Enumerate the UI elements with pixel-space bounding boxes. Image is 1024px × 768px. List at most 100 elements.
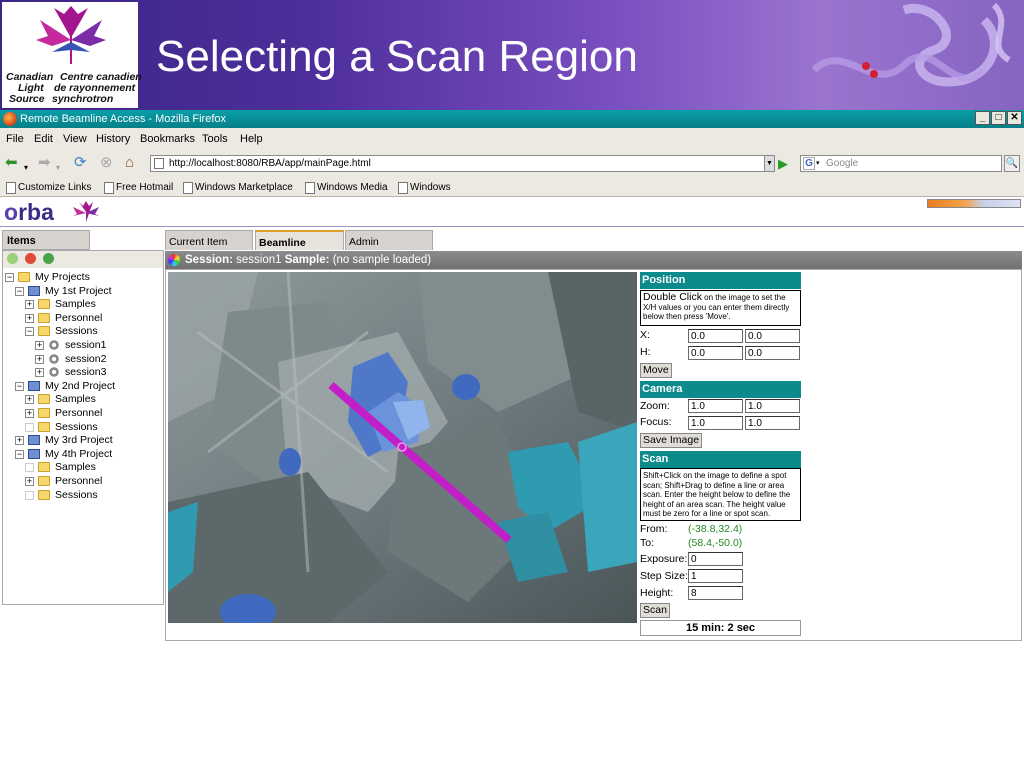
scan-button[interactable]: Scan xyxy=(640,603,670,618)
scan-header: Scan xyxy=(640,451,801,468)
expand-icon[interactable]: + xyxy=(35,341,44,350)
back-icon[interactable]: ⬅ xyxy=(5,155,18,171)
x-target-input[interactable] xyxy=(745,329,800,343)
tree-item-label: Sessions xyxy=(55,488,98,501)
tab-current-item[interactable]: Current Item xyxy=(165,230,253,250)
h-input[interactable] xyxy=(688,346,743,360)
items-panel: − My Projects − My 1st Project + Samples + Pers… xyxy=(2,250,164,605)
tree-item-label: Samples xyxy=(55,393,96,406)
book-icon xyxy=(28,448,40,459)
position-header: Position xyxy=(640,272,801,289)
add-icon[interactable] xyxy=(7,253,18,264)
exposure-input[interactable] xyxy=(688,552,743,566)
height-input[interactable] xyxy=(688,586,743,600)
bookmark-windows-marketplace[interactable]: Windows Marketplace xyxy=(183,182,293,194)
stop-icon[interactable]: ⊗ xyxy=(100,155,113,171)
bookmark-free-hotmail[interactable]: Free Hotmail xyxy=(104,182,173,194)
tree-item-label: session2 xyxy=(65,352,107,365)
tree-toolbar xyxy=(3,251,163,268)
home-icon[interactable]: ⌂ xyxy=(125,155,134,171)
search-input[interactable]: G ▾ Google xyxy=(800,155,1002,172)
expand-icon[interactable]: + xyxy=(35,368,44,378)
camera-header: Camera xyxy=(640,381,801,398)
close-button[interactable]: ✕ xyxy=(1007,111,1022,125)
search-icon[interactable]: 🔍 xyxy=(1004,155,1020,172)
zoom-target-input[interactable] xyxy=(745,399,800,413)
expand-icon[interactable]: + xyxy=(25,395,34,405)
url-text: http://localhost:8080/RBA/app/mainPage.h… xyxy=(169,158,371,169)
height-label: Height: xyxy=(640,587,674,599)
forward-icon[interactable]: ➡ xyxy=(38,155,51,171)
step-size-label: Step Size: xyxy=(640,570,688,582)
url-dropdown-button[interactable]: ▼ xyxy=(764,155,775,172)
go-icon[interactable]: ▶ xyxy=(778,156,794,171)
cls-logo: Canadian Centre canadien Light de rayonn… xyxy=(2,2,142,108)
collapse-icon[interactable]: − xyxy=(15,286,24,296)
menu-tools[interactable]: Tools xyxy=(202,133,228,145)
x-label: X: xyxy=(640,329,650,341)
focus-input[interactable] xyxy=(688,416,743,430)
firefox-icon xyxy=(3,112,17,126)
zoom-input[interactable] xyxy=(688,399,743,413)
bookmark-windows[interactable]: Windows xyxy=(398,182,451,194)
move-button[interactable]: Move xyxy=(640,363,672,378)
menu-history[interactable]: History xyxy=(96,133,130,145)
exposure-label: Exposure: xyxy=(640,553,688,565)
bookmark-windows-media[interactable]: Windows Media xyxy=(305,182,388,194)
leaf-icon[interactable] xyxy=(25,490,34,500)
leaf-icon[interactable] xyxy=(25,422,34,432)
back-dropdown-icon[interactable]: ▾ xyxy=(24,160,28,176)
menu-bar: File Edit View History Bookmarks Tools H… xyxy=(0,128,1024,150)
tab-beamline[interactable]: Beamline xyxy=(255,230,344,250)
collapse-icon[interactable]: − xyxy=(25,327,34,337)
tree-item-label: My 3rd Project xyxy=(45,434,113,447)
collapse-icon[interactable]: − xyxy=(15,449,24,459)
collapse-icon[interactable]: − xyxy=(15,381,24,391)
menu-edit[interactable]: Edit xyxy=(34,133,53,145)
expand-icon[interactable]: + xyxy=(25,300,34,310)
engine-dropdown-icon[interactable]: ▾ xyxy=(816,156,820,171)
x-input[interactable] xyxy=(688,329,743,343)
tab-admin[interactable]: Admin xyxy=(345,230,433,250)
focus-target-input[interactable] xyxy=(745,416,800,430)
sample-value: (no sample loaded) xyxy=(332,254,432,266)
refresh-icon[interactable] xyxy=(43,253,54,264)
menu-bookmarks[interactable]: Bookmarks xyxy=(140,133,195,145)
expand-icon[interactable]: + xyxy=(35,354,44,364)
to-value: (58.4,-50.0) xyxy=(688,537,743,549)
tree-item-label: Samples xyxy=(55,298,96,311)
save-image-button[interactable]: Save Image xyxy=(640,433,703,448)
h-label: H: xyxy=(640,346,651,358)
expand-icon[interactable]: + xyxy=(25,313,34,323)
remove-icon[interactable] xyxy=(25,253,36,264)
reload-icon[interactable]: ⟳ xyxy=(74,155,87,171)
google-icon[interactable]: G xyxy=(803,157,815,170)
app-header: orba xyxy=(0,197,1024,227)
position-info: Double Click on the image to set the X/H… xyxy=(640,290,801,326)
step-size-input[interactable] xyxy=(688,569,743,583)
tree-item-label: My 2nd Project xyxy=(45,379,116,392)
expand-icon[interactable]: + xyxy=(25,409,34,418)
h-target-input[interactable] xyxy=(745,346,800,360)
cls-maple-leaf-icon xyxy=(36,6,106,64)
minimize-button[interactable]: _ xyxy=(975,111,990,125)
menu-file[interactable]: File xyxy=(6,133,24,145)
collapse-icon[interactable]: − xyxy=(5,273,14,282)
folder-icon xyxy=(38,394,50,405)
bookmark-customize-links[interactable]: Customize Links xyxy=(6,182,91,194)
expand-icon[interactable]: + xyxy=(15,436,24,446)
menu-help[interactable]: Help xyxy=(240,133,263,145)
expand-icon[interactable]: + xyxy=(25,477,34,486)
tree-item-label: Samples xyxy=(55,461,96,474)
scan-timer: 15 min: 2 sec xyxy=(640,620,801,636)
tree-item-label: My 4th Project xyxy=(45,447,113,460)
menu-view[interactable]: View xyxy=(63,133,87,145)
tree-item-label: Personnel xyxy=(55,407,103,419)
tab-items[interactable]: Items xyxy=(2,230,90,250)
sample-camera-image[interactable] xyxy=(168,272,637,623)
leaf-icon[interactable] xyxy=(25,463,34,473)
orba-logo: orba xyxy=(4,199,54,225)
forward-dropdown-icon[interactable]: ▾ xyxy=(56,160,60,176)
url-input[interactable]: http://localhost:8080/RBA/app/mainPage.h… xyxy=(150,155,774,172)
maximize-button[interactable]: □ xyxy=(991,111,1006,125)
